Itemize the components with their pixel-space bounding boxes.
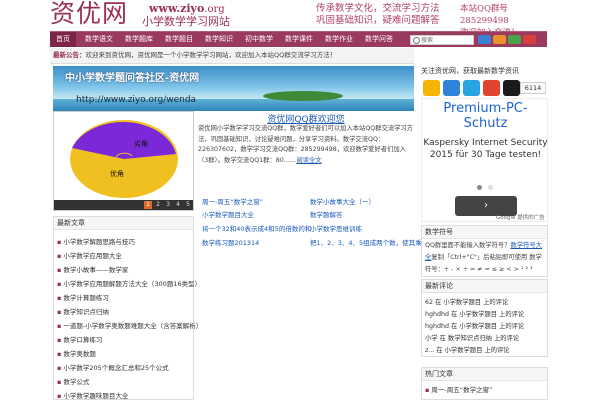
list-item[interactable]: 数学计算题练习 xyxy=(57,292,109,302)
search-input[interactable] xyxy=(421,36,471,44)
banner-url: http://www.ziyo.org/wenda xyxy=(76,95,197,105)
list-item[interactable]: 数学知识点归纳 xyxy=(57,306,109,316)
list-item[interactable]: 数学公式 xyxy=(57,376,89,386)
notice-ticker: 最新公告：欢迎来到资优网，资优网是一个小学数学学习网站，欢迎加入本站QQ群交流学… xyxy=(50,48,414,64)
weibo-icon[interactable] xyxy=(478,35,491,44)
image-slider[interactable]: 劣角 优角 1 2 3 4 5 xyxy=(53,111,194,211)
search-box[interactable] xyxy=(410,35,474,45)
hot-articles-title: 热门文章 xyxy=(422,368,547,381)
nav-home[interactable]: 首页 xyxy=(50,32,76,47)
nav-item-3[interactable]: 数学题目 xyxy=(160,32,198,47)
follow-count: 6114 xyxy=(520,82,546,94)
google-ad[interactable]: Premium-PC-Schutz Kaspersky Internet Sec… xyxy=(421,98,548,222)
contact-line1: 本站QQ群号285299498 xyxy=(460,4,509,26)
comment-item[interactable]: hghdhd 在 小学数学题目 上的评论 xyxy=(425,321,524,330)
list-item[interactable]: 小学数学应用题解题方法大全（300题16类型） xyxy=(57,278,201,288)
list-item[interactable]: 周一-周五“数学之窗” xyxy=(425,384,492,394)
tencent-icon[interactable] xyxy=(523,35,536,44)
latest-articles-title: 最新文章 xyxy=(54,217,193,230)
page: 资优网 www.ziyo.org 小学数学学习网站 传承数学文化，交流学习方法 … xyxy=(0,0,600,400)
ad-attribution[interactable]: Google 提供的广告 xyxy=(496,213,545,221)
comment-item[interactable]: hghdhd 在 小学数学题目 上的评论 xyxy=(425,309,524,318)
comment-item[interactable]: 62 在 小学数学题目 上的评论 xyxy=(425,297,508,306)
site-subtitle: 小学数学学习网站 xyxy=(142,15,230,28)
math-symbols-box: 数学符号 QQ群里面不能输入数学符号？数学符号大全复制「Ctrl+"C"」后粘贴… xyxy=(421,225,548,277)
rss-icon[interactable] xyxy=(493,35,506,44)
ad-text: Kaspersky Internet Security 2015 für 30 … xyxy=(423,138,548,160)
banner-island xyxy=(263,91,343,101)
latest-comments-title: 最新评论 xyxy=(422,280,547,293)
list-item[interactable]: 小学数学趣味题目大全 xyxy=(57,390,128,400)
slogan-line1: 传承数学文化，交流学习方法 xyxy=(316,3,440,14)
search-icon[interactable] xyxy=(413,37,420,44)
comment-item[interactable]: 小学 在 数学知识点归纳 上的评论 xyxy=(425,333,519,342)
banner-image[interactable]: 中小学数学题问答社区-资优网 http://www.ziyo.org/wenda xyxy=(53,66,414,111)
slider-page-2[interactable]: 2 xyxy=(154,201,162,209)
qq-weibo-icon[interactable] xyxy=(463,80,480,96)
slider-pager: 1 2 3 4 5 xyxy=(54,200,193,210)
article-link[interactable]: 将一个32和40表示成4和5的倍数的和 xyxy=(202,223,311,233)
hot-articles-box: 热门文章 周一-周五“数学之窗” xyxy=(421,367,548,400)
minor-angle-label: 劣角 xyxy=(134,139,148,148)
list-item[interactable]: 小学数学解题思路与技巧 xyxy=(57,236,135,246)
site-logo[interactable]: 资优网 xyxy=(50,0,128,29)
angle-pie-image: 劣角 优角 xyxy=(70,120,178,198)
list-item[interactable]: 数学小故事——数学家 xyxy=(57,264,128,274)
qzone-icon[interactable] xyxy=(443,80,460,96)
list-item[interactable]: 小学数学应用题大全 xyxy=(57,250,122,260)
slider-page-5[interactable]: 5 xyxy=(184,201,192,209)
slider-page-3[interactable]: 3 xyxy=(164,201,172,209)
list-item[interactable]: 数学口算练习 xyxy=(57,334,102,344)
site-url-tld: .org xyxy=(204,4,225,15)
featured-text: 资优网小学数学学习交流QQ群，数学爱好者们可以加入本站QQ群交流学习方法，巩固基… xyxy=(198,124,416,166)
qq-penguin-icon[interactable] xyxy=(503,80,520,96)
math-symbols-intro: QQ群里面不能输入数学符号？ xyxy=(425,242,511,249)
nav-item-6[interactable]: 数学课件 xyxy=(280,32,318,47)
list-item[interactable]: 一道题-小学数学奥数题难题大全（含答案解析） xyxy=(57,320,202,330)
main-nav: 首页 数学语文 数学题库 数学题目 数学知识 初中数学 数学课件 数学作业 数学… xyxy=(50,31,547,47)
ad-headline[interactable]: Premium-PC-Schutz xyxy=(422,101,549,131)
ad-dot[interactable] xyxy=(488,185,493,190)
site-url-main: www.ziyo xyxy=(149,2,205,15)
ad-dot-active[interactable] xyxy=(477,185,482,190)
ticker-label: 最新公告： xyxy=(53,51,86,59)
article-link[interactable]: 数学练习题201314 xyxy=(202,237,259,247)
math-symbols-title: 数学符号 xyxy=(422,226,547,239)
article-link[interactable]: 小学数学题目大全 xyxy=(202,209,254,219)
math-symbols-list: 复制「Ctrl+"C"」后粘贴即可使用 数学符号：+ - × ÷ = ≠ ≈ ≤… xyxy=(425,254,542,273)
ticker-text[interactable]: 欢迎来到资优网，资优网是一个小学数学学习网站，欢迎加入本站QQ群交流学习方法！ xyxy=(86,51,337,59)
latest-comments-box: 最新评论 62 在 小学数学题目 上的评论 hghdhd 在 小学数学题目 上的… xyxy=(421,279,548,357)
site-header: 资优网 www.ziyo.org 小学数学学习网站 传承数学文化，交流学习方法 … xyxy=(50,0,550,38)
follow-title: 关注资优网，获取最新数学资讯 xyxy=(421,67,519,75)
nav-item-2[interactable]: 数学题库 xyxy=(120,32,158,47)
article-link[interactable]: 数学题解答 xyxy=(310,209,343,219)
nav-item-1[interactable]: 数学语文 xyxy=(80,32,118,47)
nav-item-8[interactable]: 数学问答 xyxy=(360,32,398,47)
slider-page-1[interactable]: 1 xyxy=(144,201,152,209)
banner-title: 中小学数学题问答社区-资优网 xyxy=(65,73,200,84)
site-url: www.ziyo.org xyxy=(149,2,225,16)
latest-articles-box: 最新文章 小学数学解题思路与技巧 小学数学应用题大全 数学小故事——数学家 小学… xyxy=(53,216,202,400)
slider-page-4[interactable]: 4 xyxy=(174,201,182,209)
sina-weibo-icon[interactable] xyxy=(483,80,500,96)
nav-item-5[interactable]: 初中数学 xyxy=(240,32,278,47)
nav-item-4[interactable]: 数学知识 xyxy=(200,32,238,47)
slogan: 传承数学文化，交流学习方法 巩固基础知识，疑难问题解答 xyxy=(316,3,456,27)
math-symbols-text: QQ群里面不能输入数学符号？数学符号大全复制「Ctrl+"C"」后粘贴即可使用 … xyxy=(425,240,547,276)
read-more-link[interactable]: 阅读全文 xyxy=(296,157,321,164)
wechat-icon[interactable] xyxy=(508,35,521,44)
slogan-line2: 巩固基础知识，疑难问题解答 xyxy=(316,15,440,26)
list-item[interactable]: 数学奥数题 xyxy=(57,348,96,358)
list-item[interactable]: 小学数学205个概念汇总和25个公式 xyxy=(57,362,168,372)
comment-item[interactable]: z... 在 小学数学题目 上的评论 xyxy=(425,345,510,354)
article-link[interactable]: 数学小故事大全（一） xyxy=(310,196,375,206)
nav-item-7[interactable]: 数学作业 xyxy=(320,32,358,47)
article-link[interactable]: 周一-周五“数学之窗” xyxy=(202,196,263,206)
star-icon[interactable] xyxy=(423,80,440,96)
major-angle-label: 优角 xyxy=(110,169,124,178)
article-link[interactable]: 小学数学思维训练 xyxy=(310,223,362,233)
